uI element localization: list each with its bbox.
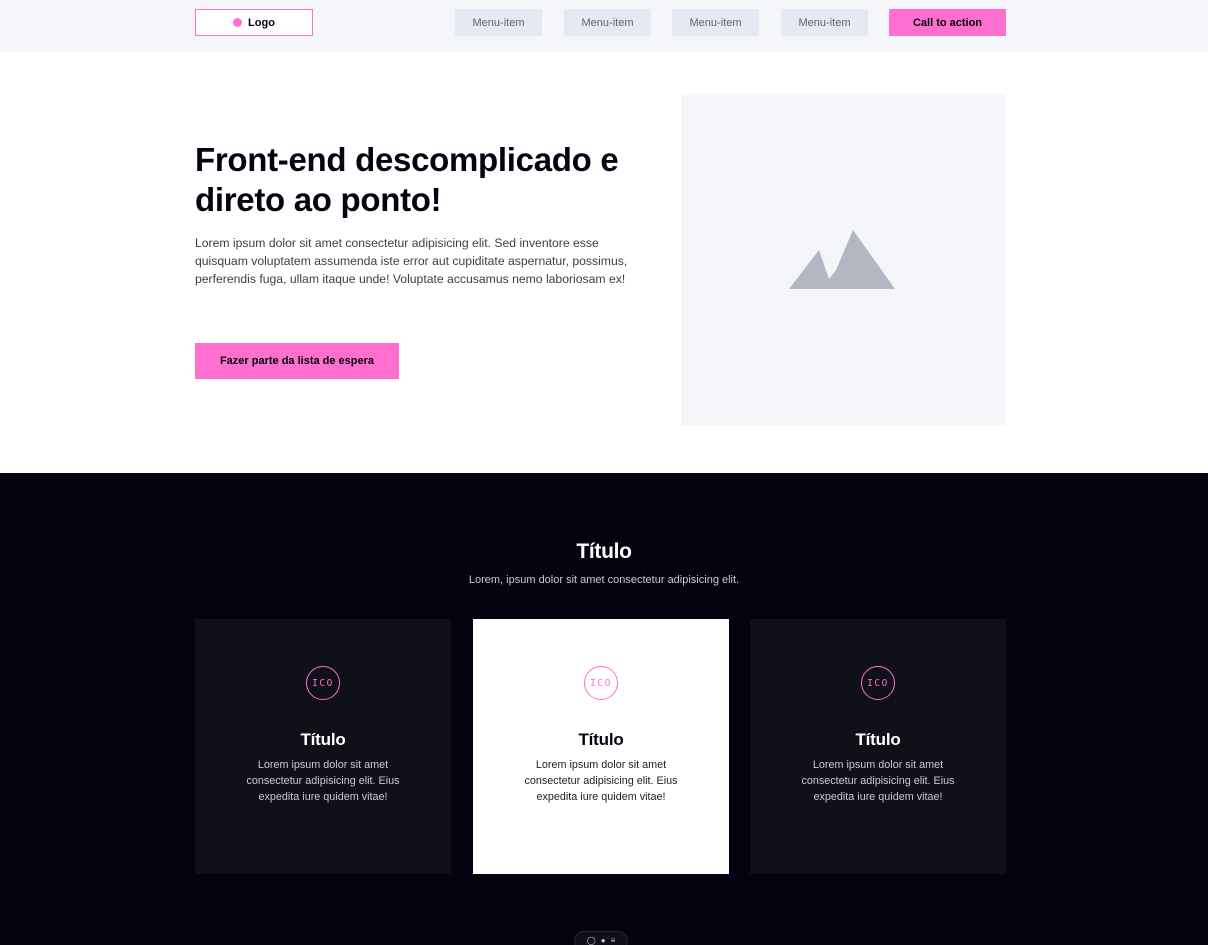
feature-card-1: ICO Título Lorem ipsum dolor sit amet co… <box>195 619 451 874</box>
card-text: Lorem ipsum dolor sit amet consectetur a… <box>246 759 400 803</box>
palette-icon[interactable]: ● <box>601 937 606 945</box>
card-title: Título <box>578 730 624 749</box>
nav-menu-item-4[interactable]: Menu-item <box>781 9 868 36</box>
menu-icon[interactable]: ≡ <box>611 937 616 945</box>
nav-menu-item-2[interactable]: Menu-item <box>564 9 651 36</box>
card-text: Lorem ipsum dolor sit amet consectetur a… <box>524 759 678 803</box>
call-to-action-button[interactable]: Call to action <box>889 9 1006 36</box>
floating-toolbar[interactable]: ◯ ● ≡ <box>574 931 628 945</box>
card-title: Título <box>300 730 346 749</box>
hero-title: Front-end descomplicado e direto ao pont… <box>195 141 619 218</box>
mountain-image-placeholder-icon <box>789 230 895 289</box>
logo[interactable]: Logo <box>195 9 313 36</box>
section-subtitle: Lorem, ipsum dolor sit amet consectetur … <box>468 574 740 586</box>
site-header: Logo Menu-item Menu-item Menu-item Menu-… <box>0 0 1208 52</box>
card-title: Título <box>855 730 901 749</box>
nav-menu-item-3[interactable]: Menu-item <box>672 9 759 36</box>
feature-card-2: ICO Título Lorem ipsum dolor sit amet co… <box>473 619 729 874</box>
chat-icon[interactable]: ◯ <box>587 937 596 945</box>
logo-dot-icon <box>233 18 243 27</box>
feature-card-3: ICO Título Lorem ipsum dolor sit amet co… <box>750 619 1006 874</box>
card-text: Lorem ipsum dolor sit amet consectetur a… <box>801 759 955 803</box>
feature-icon: ICO <box>584 666 618 700</box>
waitlist-button[interactable]: Fazer parte da lista de espera <box>195 343 399 379</box>
feature-icon: ICO <box>306 666 340 700</box>
hero-image-placeholder <box>681 94 1006 425</box>
feature-icon: ICO <box>861 666 895 700</box>
hero-description: Lorem ipsum dolor sit amet consectetur a… <box>195 236 628 286</box>
nav-menu-item-1[interactable]: Menu-item <box>455 9 542 36</box>
logo-label: Logo <box>248 16 275 29</box>
section-title: Título <box>576 540 632 563</box>
